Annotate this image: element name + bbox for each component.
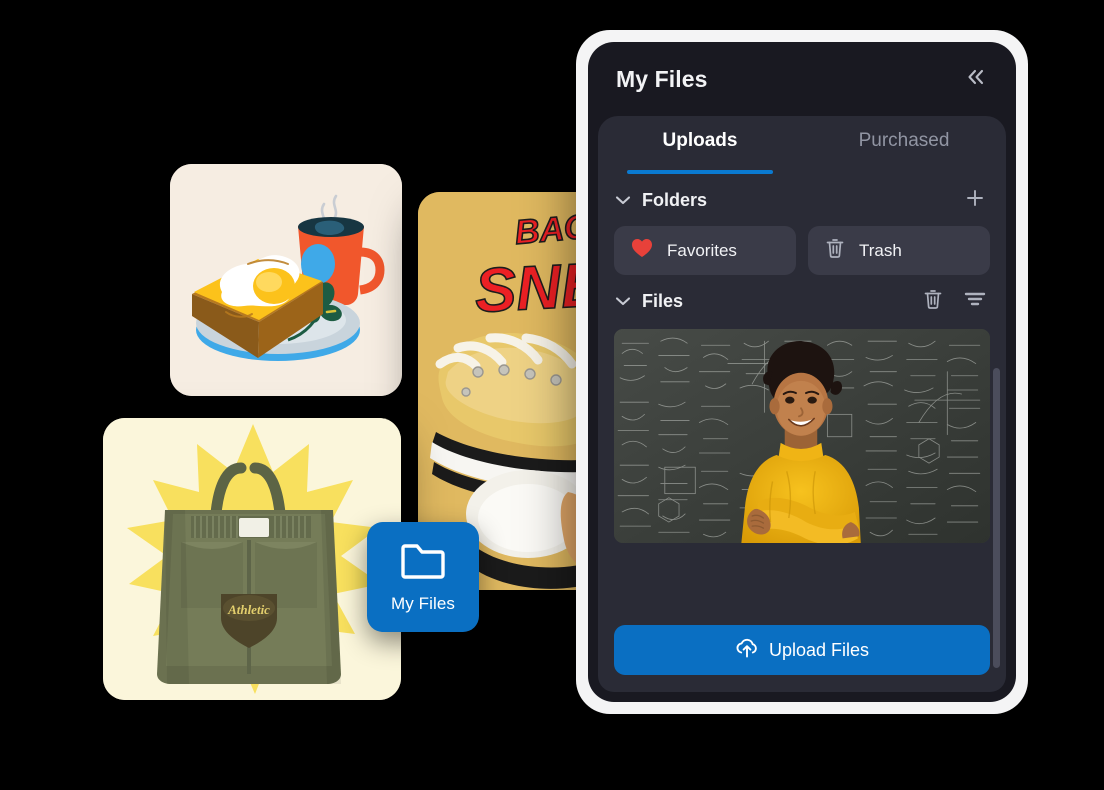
folder-icon <box>400 541 446 584</box>
my-files-floating-button[interactable]: My Files <box>367 522 479 632</box>
folders-section-header: Folders <box>614 174 990 226</box>
files-section-header: Files <box>614 275 990 327</box>
folder-chip-trash[interactable]: Trash <box>808 226 990 275</box>
panel-body: Uploads Purchased Folders Favorites Tras… <box>598 116 1006 692</box>
svg-text:Athletic: Athletic <box>227 602 270 617</box>
my-files-floating-button-label: My Files <box>390 593 456 613</box>
files-section-actions <box>922 288 990 315</box>
breakfast-illustration-card[interactable] <box>170 164 402 396</box>
chalkboard-photo <box>614 329 990 543</box>
files-section-title: Files <box>642 290 684 311</box>
tab-purchased[interactable]: Purchased <box>802 116 1006 174</box>
filter-files-button[interactable] <box>964 290 986 312</box>
tab-purchased-label: Purchased <box>858 130 950 151</box>
folders-chip-row: Favorites Trash <box>614 226 990 275</box>
chevron-double-left-icon <box>964 67 986 92</box>
panel-footer: Upload Files <box>598 618 1006 692</box>
panel-tabs: Uploads Purchased <box>598 116 1006 174</box>
my-files-panel: My Files Uploads Purchased Folders Favor… <box>588 42 1016 702</box>
files-grid <box>614 329 990 543</box>
panel-scrollbar[interactable] <box>993 368 1000 668</box>
plus-icon <box>965 188 985 213</box>
add-folder-button[interactable] <box>964 189 986 211</box>
chevron-down-icon[interactable] <box>614 292 632 310</box>
files-panel-shell: My Files Uploads Purchased Folders Favor… <box>576 30 1028 714</box>
page-title: My Files <box>616 65 708 92</box>
canvas-stage: BAC SNE Athletic My Files My Files Uploa… <box>0 0 1104 790</box>
trash-icon <box>923 288 943 315</box>
heart-icon <box>631 238 653 263</box>
folder-chip-trash-label: Trash <box>859 240 902 260</box>
panel-header: My Files <box>588 42 1016 116</box>
folders-section-actions <box>964 189 990 211</box>
delete-files-button[interactable] <box>922 288 944 315</box>
upload-files-button[interactable]: Upload Files <box>614 625 990 675</box>
tab-uploads-label: Uploads <box>662 130 738 151</box>
folders-section-title: Folders <box>642 189 708 210</box>
trash-icon <box>825 237 845 264</box>
collapse-panel-button[interactable] <box>960 64 990 94</box>
chevron-down-icon[interactable] <box>614 191 632 209</box>
file-thumbnail-chalkboard[interactable] <box>614 329 990 543</box>
folder-chip-favorites-label: Favorites <box>667 240 737 260</box>
tote-bag-artwork: Athletic <box>103 418 401 700</box>
tab-uploads[interactable]: Uploads <box>598 116 802 174</box>
breakfast-illustration <box>170 164 402 396</box>
filter-icon <box>964 290 986 313</box>
panel-content-scroll-area[interactable]: Folders Favorites Trash Files <box>598 174 1006 618</box>
cloud-upload-icon <box>735 638 759 663</box>
tote-bag-card[interactable]: Athletic <box>103 418 401 700</box>
folder-chip-favorites[interactable]: Favorites <box>614 226 796 275</box>
upload-files-button-label: Upload Files <box>768 639 870 660</box>
